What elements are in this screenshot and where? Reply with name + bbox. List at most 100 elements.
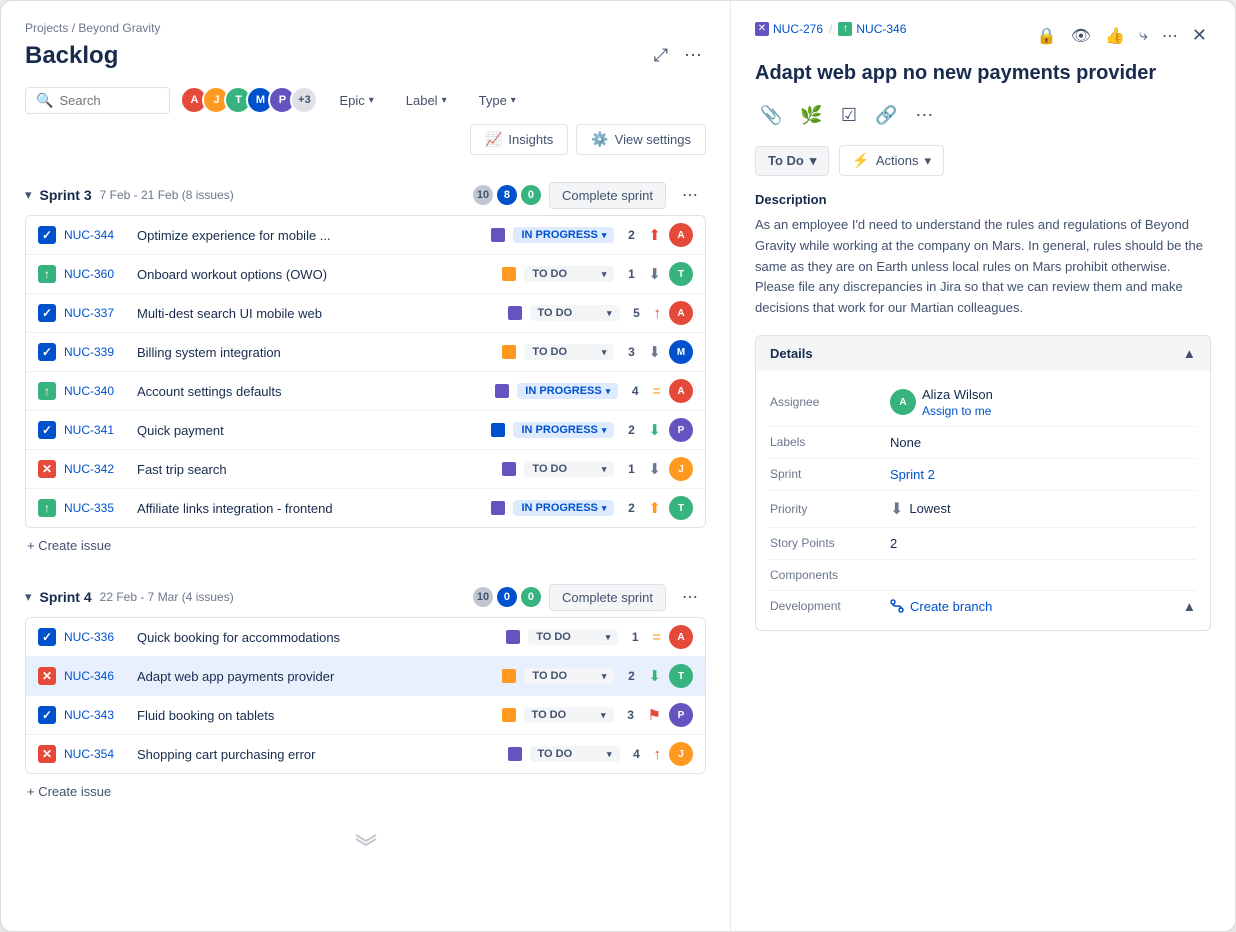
details-header[interactable]: Details ▲ bbox=[756, 336, 1210, 371]
details-collapse-icon[interactable]: ▲ bbox=[1183, 346, 1196, 361]
issue-id[interactable]: NUC-336 bbox=[64, 630, 129, 644]
details-body: Assignee A Aliza Wilson Assign to me Lab… bbox=[756, 371, 1210, 630]
create-issue-sprint4[interactable]: + Create issue bbox=[25, 774, 706, 803]
story-points: 3 bbox=[622, 708, 640, 722]
assignee-name: Aliza Wilson bbox=[922, 387, 993, 402]
rp-current-tag[interactable]: ↑ NUC-346 bbox=[838, 22, 906, 36]
view-settings-button[interactable]: ⚙️ View settings bbox=[576, 124, 706, 155]
more-icon[interactable]: ⋯ bbox=[1158, 22, 1182, 50]
sprint-3-collapse[interactable]: ▾ bbox=[25, 187, 32, 203]
create-issue-sprint3[interactable]: + Create issue bbox=[25, 528, 706, 557]
status-badge[interactable]: TO DO ▾ bbox=[524, 707, 614, 723]
epic-color-tag bbox=[491, 228, 505, 242]
issue-row[interactable]: ✓ NUC-343 Fluid booking on tablets TO DO… bbox=[26, 696, 705, 735]
thumbs-up-icon[interactable]: 👍 bbox=[1101, 22, 1129, 50]
status-badge[interactable]: TO DO ▾ bbox=[528, 629, 618, 645]
more-options-icon[interactable]: ⋯ bbox=[680, 41, 706, 70]
issue-id[interactable]: NUC-340 bbox=[64, 384, 129, 398]
status-select[interactable]: To Do ▾ bbox=[755, 146, 829, 176]
breadcrumb-project[interactable]: Beyond Gravity bbox=[78, 21, 160, 35]
actions-button[interactable]: ⚡ Actions ▾ bbox=[839, 145, 944, 176]
story-points-value: 2 bbox=[890, 536, 897, 551]
sprint-4-collapse[interactable]: ▾ bbox=[25, 589, 32, 605]
complete-sprint-4-button[interactable]: Complete sprint bbox=[549, 584, 666, 611]
description-section: Description As an employee I'd need to u… bbox=[755, 192, 1211, 319]
issue-row[interactable]: ✕ NUC-342 Fast trip search TO DO ▾ 1 ⬇ J bbox=[26, 450, 705, 489]
issue-row[interactable]: ✓ NUC-337 Multi-dest search UI mobile we… bbox=[26, 294, 705, 333]
priority-lowest-icon: ⬇ bbox=[648, 667, 661, 685]
checklist-icon[interactable]: ☑ bbox=[836, 100, 862, 131]
breadcrumb-projects[interactable]: Projects bbox=[25, 21, 68, 35]
issue-row[interactable]: ✓ NUC-336 Quick booking for accommodatio… bbox=[26, 618, 705, 657]
priority-value: ⬇ Lowest bbox=[890, 499, 951, 519]
issue-row[interactable]: ✓ NUC-344 Optimize experience for mobile… bbox=[26, 216, 705, 255]
issue-type-task-icon: ✓ bbox=[38, 343, 56, 361]
sprint-3-badge-green: 0 bbox=[521, 185, 541, 205]
label-filter[interactable]: Label ▾ bbox=[395, 87, 458, 114]
parent-type-icon: ✕ bbox=[755, 22, 769, 36]
sprint-3-name: Sprint 3 bbox=[40, 187, 92, 203]
insights-button[interactable]: 📈 Insights bbox=[470, 124, 568, 155]
epic-color-tag bbox=[502, 669, 516, 683]
issue-row[interactable]: ↑ NUC-360 Onboard workout options (OWO) … bbox=[26, 255, 705, 294]
search-input[interactable] bbox=[59, 93, 159, 108]
toolbar: 🔍 A J T M P +3 Epic ▾ Label ▾ bbox=[25, 86, 706, 155]
status-badge[interactable]: TO DO ▾ bbox=[524, 266, 614, 282]
epic-filter[interactable]: Epic ▾ bbox=[328, 87, 384, 114]
status-badge[interactable]: IN PROGRESS ▾ bbox=[513, 227, 614, 243]
link-icon[interactable]: 🔗 bbox=[870, 100, 902, 131]
expand-icon[interactable]: ⤢ bbox=[650, 41, 672, 70]
assign-to-me-link[interactable]: Assign to me bbox=[922, 404, 993, 418]
sprint-4-more-button[interactable]: ⋯ bbox=[674, 583, 706, 611]
status-badge[interactable]: TO DO ▾ bbox=[524, 461, 614, 477]
status-badge[interactable]: TO DO ▾ bbox=[530, 746, 620, 762]
issue-id[interactable]: NUC-346 bbox=[64, 669, 129, 683]
issue-row[interactable]: ✕ NUC-354 Shopping cart purchasing error… bbox=[26, 735, 705, 773]
issue-row[interactable]: ✓ NUC-341 Quick payment IN PROGRESS ▾ 2 … bbox=[26, 411, 705, 450]
more-attach-icon[interactable]: ⋯ bbox=[910, 100, 938, 131]
sprint-3-badge-gray: 10 bbox=[473, 185, 493, 205]
status-badge[interactable]: TO DO ▾ bbox=[530, 305, 620, 321]
issue-id[interactable]: NUC-354 bbox=[64, 747, 129, 761]
create-branch-label: Create branch bbox=[910, 599, 992, 614]
issue-id[interactable]: NUC-344 bbox=[64, 228, 129, 242]
issue-id[interactable]: NUC-341 bbox=[64, 423, 129, 437]
type-filter[interactable]: Type ▾ bbox=[468, 87, 527, 114]
attach-icon[interactable]: 📎 bbox=[755, 100, 787, 131]
complete-sprint-3-button[interactable]: Complete sprint bbox=[549, 182, 666, 209]
issue-type-task-icon: ✓ bbox=[38, 706, 56, 724]
epic-color-tag bbox=[495, 384, 509, 398]
story-points: 4 bbox=[628, 747, 646, 761]
status-badge[interactable]: IN PROGRESS ▾ bbox=[513, 422, 614, 438]
story-points: 1 bbox=[626, 630, 644, 644]
status-badge[interactable]: IN PROGRESS ▾ bbox=[513, 500, 614, 516]
issue-row-selected[interactable]: ✕ NUC-346 Adapt web app payments provide… bbox=[26, 657, 705, 696]
tree-icon[interactable]: 🌿 bbox=[795, 100, 827, 131]
issue-row[interactable]: ✓ NUC-339 Billing system integration TO … bbox=[26, 333, 705, 372]
lock-icon[interactable]: 🔒 bbox=[1033, 22, 1061, 50]
close-icon[interactable]: ✕ bbox=[1188, 21, 1211, 50]
share-icon[interactable]: ⤷ bbox=[1135, 23, 1152, 49]
status-chevron: ▾ bbox=[810, 153, 817, 169]
status-badge[interactable]: TO DO ▾ bbox=[524, 668, 614, 684]
create-branch-link[interactable]: Create branch bbox=[890, 599, 992, 614]
issue-id[interactable]: NUC-342 bbox=[64, 462, 129, 476]
sprint-value[interactable]: Sprint 2 bbox=[890, 467, 935, 482]
issue-id[interactable]: NUC-339 bbox=[64, 345, 129, 359]
issue-row[interactable]: ↑ NUC-340 Account settings defaults IN P… bbox=[26, 372, 705, 411]
avatar-count[interactable]: +3 bbox=[290, 86, 318, 114]
sprint-3-more-button[interactable]: ⋯ bbox=[674, 181, 706, 209]
issue-row[interactable]: ↑ NUC-335 Affiliate links integration - … bbox=[26, 489, 705, 527]
rp-parent-tag[interactable]: ✕ NUC-276 bbox=[755, 22, 823, 36]
status-badge[interactable]: IN PROGRESS ▾ bbox=[517, 383, 618, 399]
sprint-4-issues: ✓ NUC-336 Quick booking for accommodatio… bbox=[25, 617, 706, 774]
status-badge[interactable]: TO DO ▾ bbox=[524, 344, 614, 360]
issue-id[interactable]: NUC-335 bbox=[64, 501, 129, 515]
issue-id[interactable]: NUC-343 bbox=[64, 708, 129, 722]
watch-icon[interactable]: 👁 bbox=[1067, 22, 1095, 50]
search-box[interactable]: 🔍 bbox=[25, 87, 170, 114]
development-collapse-icon[interactable]: ▲ bbox=[1183, 599, 1196, 614]
issue-id[interactable]: NUC-360 bbox=[64, 267, 129, 281]
issue-avatar: M bbox=[669, 340, 693, 364]
issue-id[interactable]: NUC-337 bbox=[64, 306, 129, 320]
